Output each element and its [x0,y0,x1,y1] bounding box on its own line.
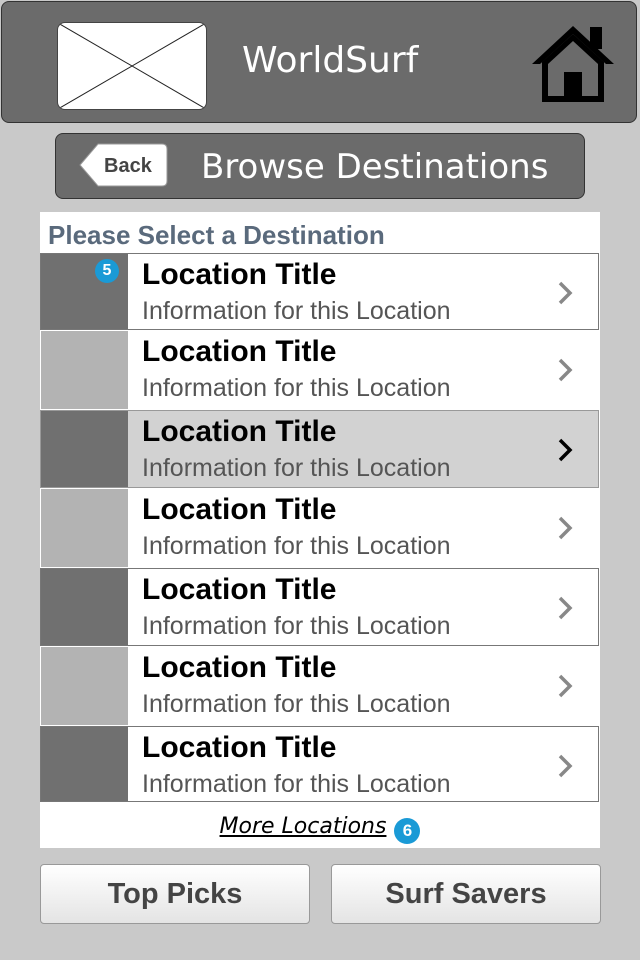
location-title: Location Title [142,258,337,291]
subheader-bar: Back Browse Destinations [55,133,585,199]
chevron-right-icon [558,358,573,382]
location-info: Information for this Location [142,374,451,402]
image-placeholder-icon [58,23,206,109]
list-item[interactable]: Location Title Information for this Locat… [40,646,599,726]
select-prompt: Please Select a Destination [48,220,385,250]
list-item[interactable]: Location Title Information for this Locat… [40,410,599,488]
destination-panel: Please Select a Destination 5 Location Ti… [40,212,600,848]
location-thumbnail [41,727,128,801]
location-title: Location Title [142,335,337,368]
app-header: WorldSurf [1,1,637,123]
list-item[interactable]: Location Title Information for this Locat… [40,330,599,410]
chevron-right-icon [558,281,573,305]
more-count-badge: 6 [394,818,421,844]
list-item[interactable]: Location Title Information for this Locat… [40,568,599,646]
more-locations-row: More Locations 6 [40,814,600,844]
list-item[interactable]: 5 Location Title Information for this Loca… [40,253,599,330]
chevron-right-icon [558,754,573,778]
location-info: Information for this Location [142,612,451,640]
location-info: Information for this Location [142,690,451,718]
notification-badge: 5 [95,259,119,283]
page-title: Browse Destinations [201,147,549,187]
location-info: Information for this Location [142,454,451,482]
location-title: Location Title [142,493,337,526]
logo-image-placeholder [57,22,207,110]
location-thumbnail [41,489,128,567]
location-thumbnail [41,331,128,409]
location-title: Location Title [142,415,337,448]
app-title: WorldSurf [242,40,419,81]
home-icon[interactable] [530,24,616,109]
location-title: Location Title [142,731,337,764]
location-thumbnail [41,569,128,645]
back-button-label: Back [104,155,152,177]
chevron-right-icon [558,516,573,540]
top-picks-button[interactable]: Top Picks [40,864,310,924]
back-button[interactable]: Back [78,142,168,188]
chevron-right-icon [558,674,573,698]
location-info: Information for this Location [142,532,451,560]
location-info: Information for this Location [142,770,451,798]
location-thumbnail [41,647,128,725]
destination-list: 5 Location Title Information for this Loca… [40,253,600,802]
chevron-right-icon [558,596,573,620]
location-title: Location Title [142,573,337,606]
more-locations-link[interactable]: More Locations [220,814,387,839]
chevron-right-icon [558,438,573,462]
location-info: Information for this Location [142,297,451,325]
location-title: Location Title [142,651,337,684]
list-item[interactable]: Location Title Information for this Locat… [40,726,599,802]
location-thumbnail [41,411,128,487]
list-item[interactable]: Location Title Information for this Locat… [40,488,599,568]
surf-savers-button[interactable]: Surf Savers [331,864,601,924]
